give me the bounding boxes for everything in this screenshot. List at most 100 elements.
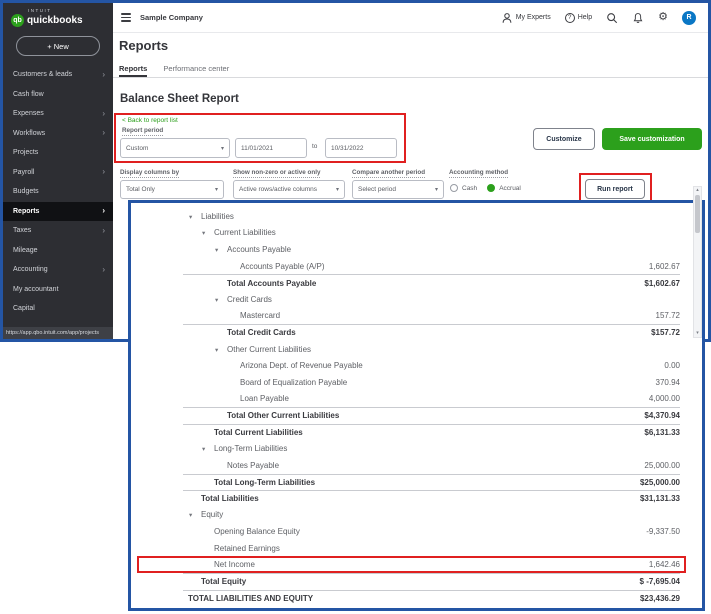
intuit-wordmark: INTUIT	[28, 8, 52, 13]
chevron-right-icon: ›	[102, 69, 105, 79]
compare-period-select[interactable]: Select period ▾	[352, 180, 444, 199]
row-label: Accounts Payable (A/P)	[240, 261, 325, 271]
row-label[interactable]: ▾ Credit Cards	[215, 295, 272, 304]
collapse-arrow-icon[interactable]: ▾	[215, 246, 225, 254]
statement-row-total-liabilities-and-equity: TOTAL LIABILITIES AND EQUITY $23,436.29	[183, 589, 680, 607]
row-value: 0.00	[664, 361, 680, 371]
sidebar-item-accounting[interactable]: Accounting ›	[3, 260, 113, 280]
display-columns-value: Total Only	[126, 186, 155, 193]
row-label[interactable]: ▾ Long-Term Liabilities	[202, 444, 287, 453]
sidebar-item-customers-leads[interactable]: Customers & leads ›	[3, 65, 113, 85]
back-to-report-list-link[interactable]: < Back to report list	[122, 117, 178, 124]
sidebar-item-my-accountant[interactable]: My accountant	[3, 280, 113, 300]
accounting-method-label: Accounting method	[449, 169, 509, 178]
run-report-button[interactable]: Run report	[585, 179, 645, 199]
scroll-down-icon[interactable]: ▾	[696, 331, 699, 336]
tab-bar: Reports Performance center	[113, 61, 708, 78]
customize-button[interactable]: Customize	[533, 128, 595, 150]
help-icon: ?	[564, 12, 575, 23]
my-experts-label: My Experts	[515, 14, 551, 21]
collapse-arrow-icon[interactable]: ▾	[189, 511, 199, 519]
chevron-right-icon: ›	[102, 108, 105, 118]
nonzero-select[interactable]: Active rows/active columns ▾	[233, 180, 345, 199]
hamburger-menu-icon[interactable]	[121, 13, 131, 22]
date-range-to-label: to	[312, 143, 318, 150]
scrollbar-thumb[interactable]	[695, 195, 700, 233]
sidebar-item-capital[interactable]: Capital	[3, 299, 113, 319]
quickbooks-wordmark: quickbooks	[27, 15, 83, 26]
row-label[interactable]: ▾ Current Liabilities	[202, 228, 276, 237]
row-label: Total Liabilities	[201, 494, 259, 504]
row-label[interactable]: ▾ Other Current Liabilities	[215, 345, 311, 354]
collapse-arrow-icon[interactable]: ▾	[202, 445, 212, 453]
row-label[interactable]: ▾ Accounts Payable	[215, 245, 291, 254]
sidebar-item-label: Capital	[13, 305, 35, 313]
collapse-arrow-icon[interactable]: ▾	[202, 229, 212, 237]
vertical-scrollbar[interactable]: ▴ ▾	[693, 186, 702, 338]
statement-row-accounts-payable-a-p: Accounts Payable (A/P) 1,602.67	[183, 258, 680, 275]
display-columns-select[interactable]: Total Only ▾	[120, 180, 224, 199]
row-value: $157.72	[651, 328, 680, 338]
accounting-method-radios: Cash Accrual	[450, 184, 521, 192]
sidebar-item-label: Expenses	[13, 110, 44, 118]
statement-row-loan-payable: Loan Payable 4,000.00	[183, 391, 680, 408]
row-label: Total Long-Term Liabilities	[214, 477, 316, 487]
tab-performance-center[interactable]: Performance center	[163, 61, 229, 77]
statement-row-long-term-liabilities: ▾ Long-Term Liabilities	[183, 440, 680, 457]
row-value: -9,337.50	[646, 527, 680, 537]
scroll-up-icon[interactable]: ▴	[696, 188, 699, 193]
new-button[interactable]: + New	[16, 36, 100, 56]
accrual-radio[interactable]	[487, 184, 496, 192]
end-date-input[interactable]: 10/31/2022	[325, 138, 397, 158]
statement-row-total-accounts-payable: Total Accounts Payable $1,602.67	[183, 274, 680, 291]
sidebar-item-label: Reports	[13, 207, 40, 215]
sidebar-item-label: Taxes	[13, 227, 32, 235]
collapse-arrow-icon[interactable]: ▾	[215, 296, 225, 304]
statement-row-equity: ▾ Equity	[183, 507, 680, 524]
row-value: $25,000.00	[639, 477, 680, 487]
row-value: 4,000.00	[648, 394, 680, 404]
row-value: 1,602.67	[648, 261, 680, 271]
company-name: Sample Company	[140, 13, 203, 22]
sidebar-item-label: Budgets	[13, 188, 39, 196]
row-label: Total Equity	[201, 577, 247, 587]
sidebar-item-workflows[interactable]: Workflows ›	[3, 124, 113, 144]
statement-row-board-of-equalization-payable: Board of Equalization Payable 370.94	[183, 374, 680, 391]
statement-row-liabilities: ▾ Liabilities	[183, 208, 680, 225]
row-value: $4,370.94	[644, 411, 680, 421]
settings-gear-icon[interactable]: ⚙	[658, 12, 668, 23]
tab-reports[interactable]: Reports	[119, 61, 148, 77]
sidebar-item-expenses[interactable]: Expenses ›	[3, 104, 113, 124]
help-label: Help	[577, 14, 593, 21]
sidebar-item-projects[interactable]: Projects	[3, 143, 113, 163]
save-customization-button[interactable]: Save customization	[602, 128, 702, 150]
row-label[interactable]: ▾ Liabilities	[189, 212, 234, 221]
notifications-bell-icon[interactable]	[632, 12, 644, 24]
sidebar-item-payroll[interactable]: Payroll ›	[3, 163, 113, 183]
cash-radio[interactable]	[450, 184, 458, 192]
row-value: $6,131.33	[644, 428, 680, 438]
statement-row-notes-payable: Notes Payable 25,000.00	[183, 457, 680, 474]
sidebar: INTUIT qb quickbooks + New Customers & l…	[3, 3, 139, 339]
my-experts-button[interactable]: My Experts	[501, 12, 551, 24]
sidebar-item-taxes[interactable]: Taxes ›	[3, 221, 113, 241]
collapse-arrow-icon[interactable]: ▾	[189, 213, 199, 221]
sidebar-item-budgets[interactable]: Budgets	[3, 182, 113, 202]
sidebar-item-reports[interactable]: Reports ›	[3, 201, 113, 221]
report-period-select[interactable]: Custom ▾	[120, 138, 230, 158]
sidebar-item-label: Accounting	[13, 266, 48, 274]
chevron-right-icon: ›	[102, 206, 105, 216]
row-label[interactable]: ▾ Equity	[189, 510, 223, 519]
statement-row-total-current-liabilities: Total Current Liabilities $6,131.33	[183, 423, 680, 441]
help-button[interactable]: ? Help	[564, 12, 593, 23]
collapse-arrow-icon[interactable]: ▾	[215, 346, 225, 354]
row-value: 1,642.46	[648, 560, 680, 570]
sidebar-item-mileage[interactable]: Mileage	[3, 241, 113, 261]
start-date-input[interactable]: 11/01/2021	[235, 138, 307, 158]
chevron-right-icon: ›	[102, 264, 105, 274]
sidebar-item-cash-flow[interactable]: Cash flow	[3, 85, 113, 105]
balance-sheet-panel: ▾ Liabilities ▾ Current Liabilities ▾ Account…	[128, 200, 705, 611]
search-icon[interactable]	[606, 12, 618, 24]
row-value: 157.72	[655, 311, 680, 321]
user-avatar[interactable]: R	[682, 10, 696, 25]
